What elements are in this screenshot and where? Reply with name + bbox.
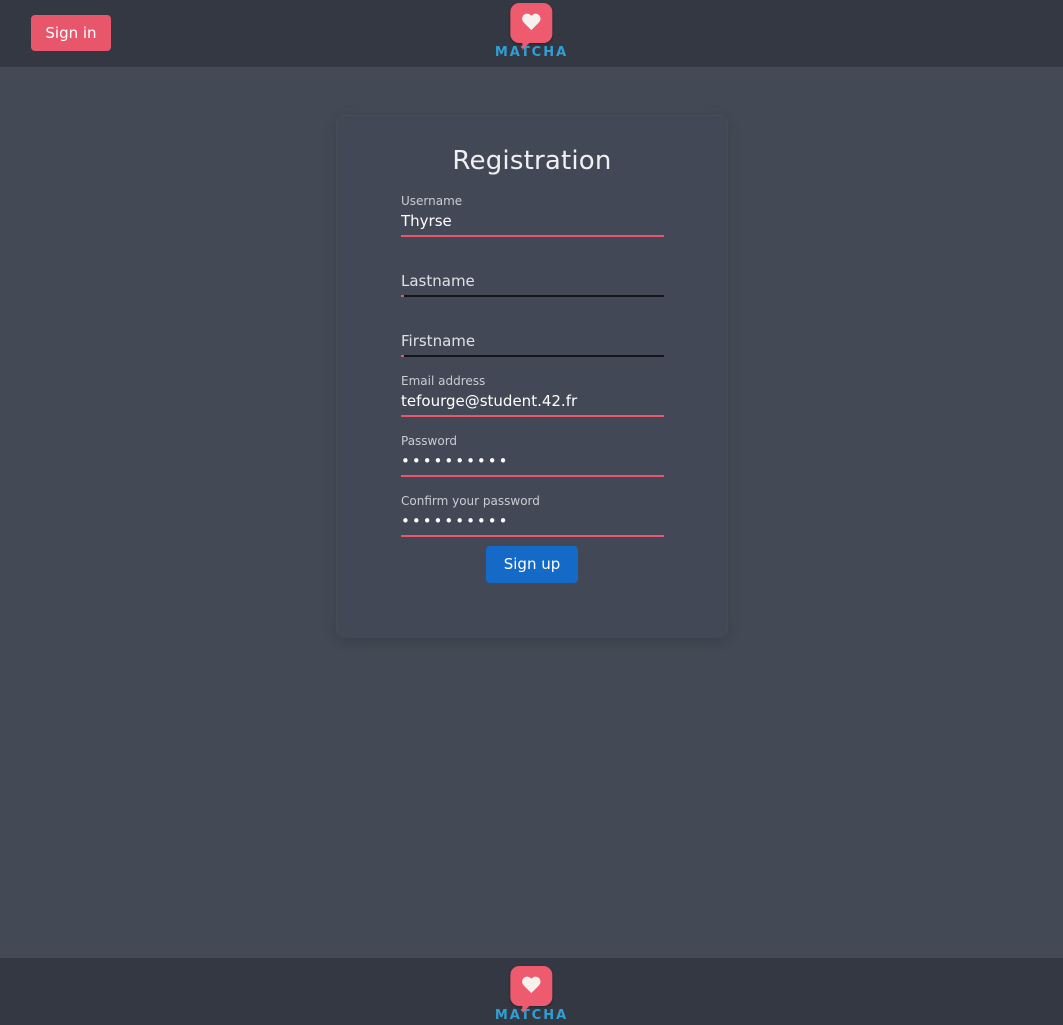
field-label-username: Username [401,194,463,208]
speech-bubble-heart-icon [510,966,553,1013]
lastname-underline [401,295,664,297]
field-label-email: Email address [401,374,486,388]
password-underline [401,475,664,477]
password-input[interactable]: •••••••••• [401,450,664,472]
confirm-password-input[interactable]: •••••••••• [401,510,664,532]
footer-wordmark: MATCHA [494,1008,569,1023]
registration-form: Username Thyrse Lastname Lastname Firstn… [401,194,664,554]
submit-row: Sign up [337,546,727,583]
brand-wordmark: MATCHA [494,45,569,60]
field-password[interactable]: Password •••••••••• [401,434,664,494]
sign-in-button[interactable]: Sign in [31,15,111,51]
footer-logo[interactable]: MATCHA [495,966,568,1023]
field-email[interactable]: Email address tefourge@student.42.fr [401,374,664,434]
sign-up-button[interactable]: Sign up [485,546,579,583]
header-logo[interactable]: MATCHA [495,3,568,60]
page-root: Sign in MATCHA Registration Username Thy… [0,0,1063,1025]
email-underline [401,415,664,417]
username-input[interactable]: Thyrse [401,210,664,232]
site-header: Sign in MATCHA [0,0,1063,67]
speech-bubble-heart-icon [510,3,553,50]
heart-icon [522,14,542,32]
email-input[interactable]: tefourge@student.42.fr [401,390,664,412]
username-underline [401,235,664,237]
firstname-underline [401,355,664,357]
field-label-confirm-password: Confirm your password [401,494,540,508]
confirm-password-underline [401,535,664,537]
heart-icon [522,977,542,995]
site-footer: MATCHA [0,958,1063,1025]
field-lastname[interactable]: Lastname Lastname [401,254,664,314]
registration-card: Registration Username Thyrse Lastname La… [337,116,727,637]
firstname-input[interactable]: Firstname [401,330,664,352]
field-confirm-password[interactable]: Confirm your password •••••••••• [401,494,664,554]
field-username[interactable]: Username Thyrse [401,194,664,254]
lastname-input[interactable]: Lastname [401,270,664,292]
page-title: Registration [452,146,612,176]
field-firstname[interactable]: Firstname Firstname [401,314,664,374]
field-label-password: Password [401,434,458,448]
